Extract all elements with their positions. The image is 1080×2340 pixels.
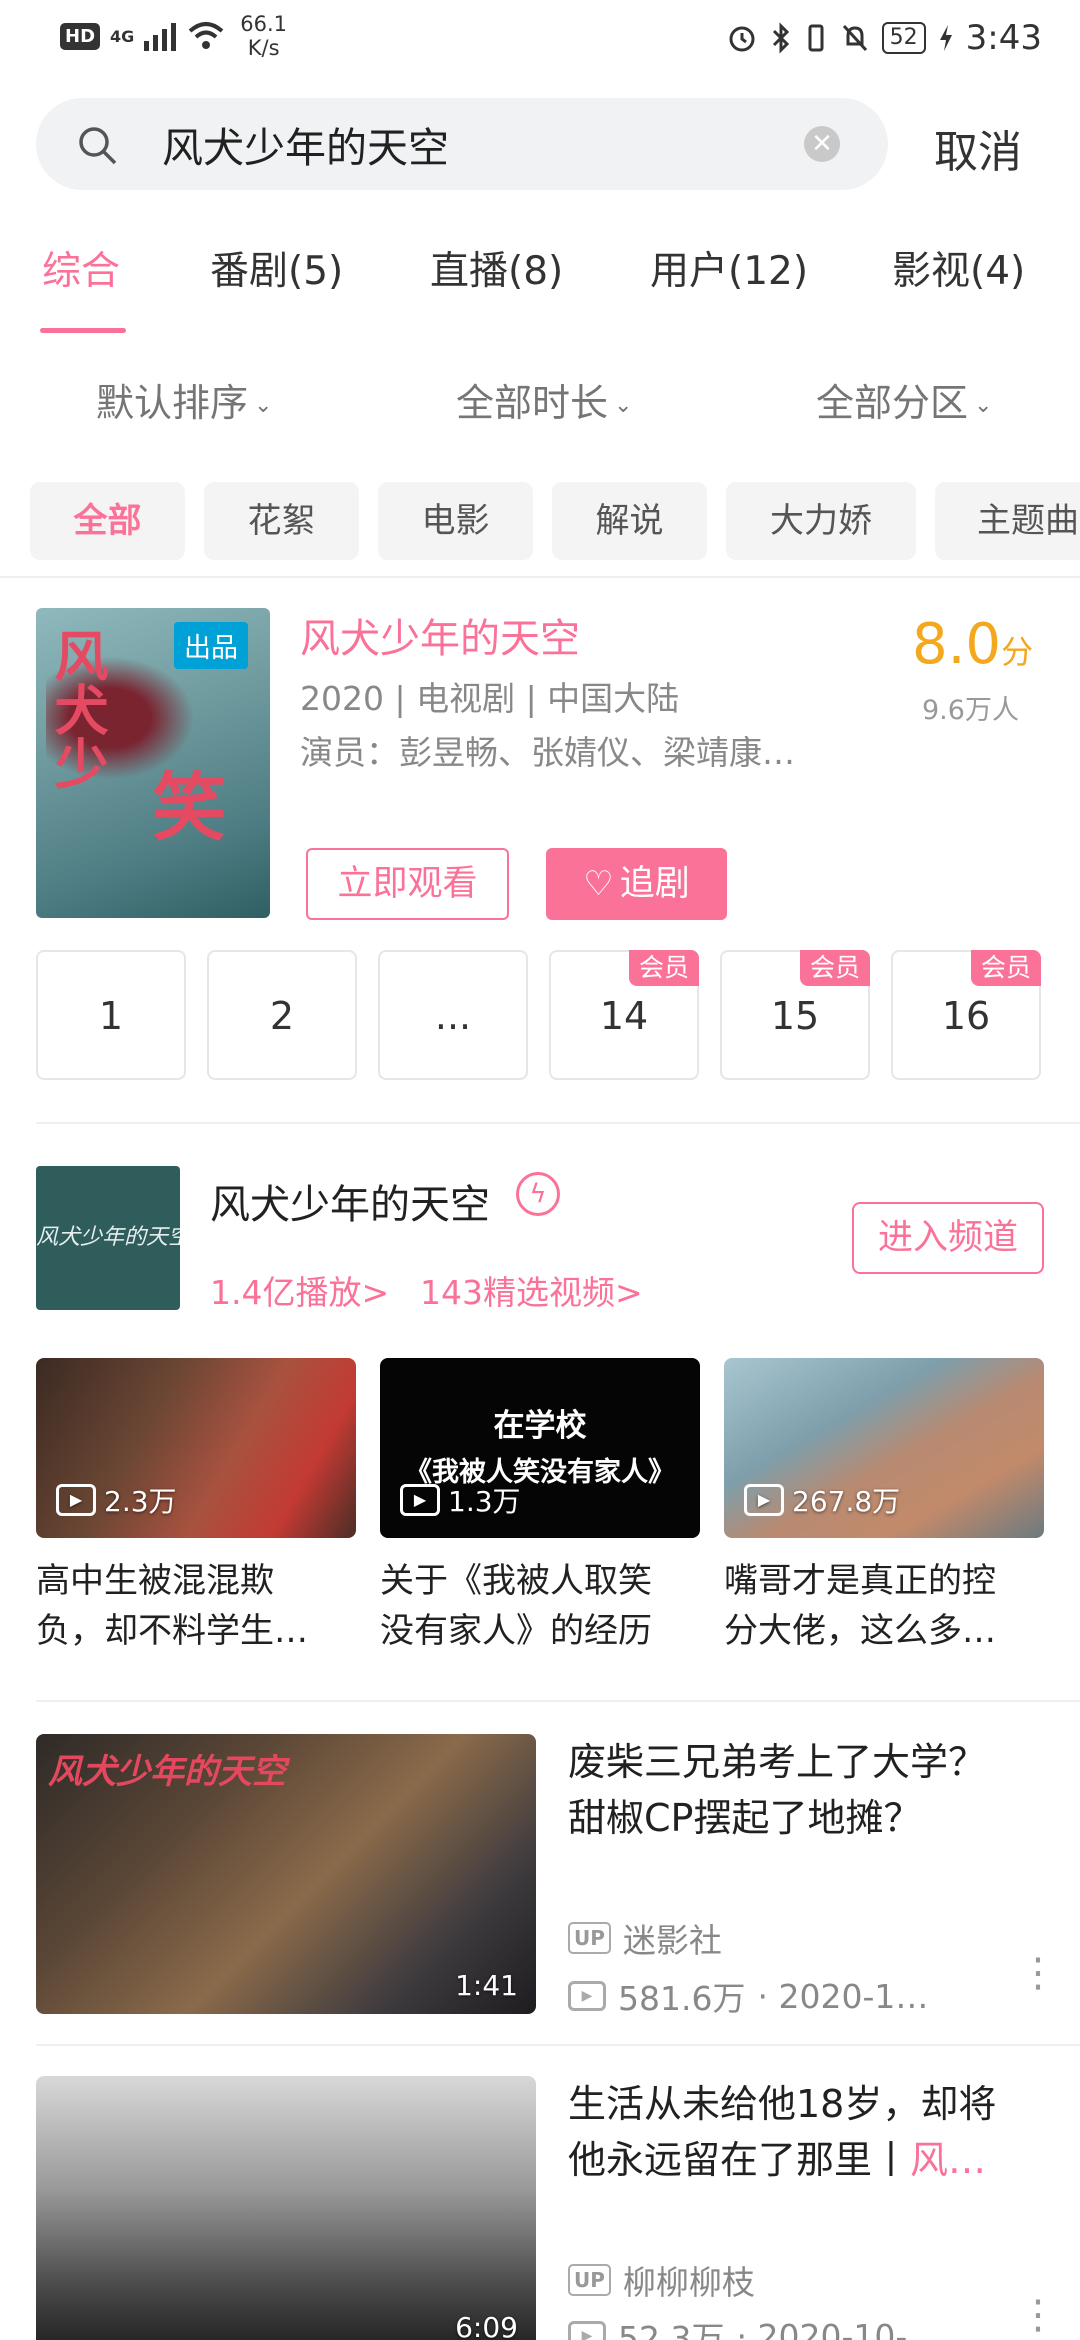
vip-badge: 会员 — [970, 950, 1041, 986]
follow-show-button[interactable]: ♡ 追剧 — [546, 848, 727, 920]
up-icon: UP — [568, 1922, 611, 1954]
sort-filter[interactable]: 默认排序 ⌄ — [96, 372, 272, 427]
chip-commentary[interactable]: 解说 — [552, 482, 707, 560]
tab-live[interactable]: 直播(8) — [430, 240, 563, 296]
video-title[interactable]: 高中生被混混欺 负，却不料学生… — [36, 1556, 356, 1656]
more-options-icon[interactable]: ⋮ — [1018, 2295, 1058, 2335]
video-title[interactable]: 生活从未给他18岁，却将 他永远留在了那里丨风… — [568, 2076, 1048, 2188]
signal-label: 4G — [110, 26, 135, 46]
chip-bts[interactable]: 花絮 — [204, 482, 359, 560]
enter-channel-button[interactable]: 进入频道 — [852, 1202, 1044, 1274]
result-tabs: 综合 番剧(5) 直播(8) 用户(12) 影视(4) — [0, 240, 1080, 335]
video-duration: 6:09 — [455, 2311, 518, 2340]
uploader[interactable]: UP 迷影社 — [568, 1914, 722, 1962]
show-actors: 演员：彭昱畅、张婧仪、梁靖康… — [300, 733, 795, 772]
search-input[interactable] — [162, 116, 802, 172]
thumbnail-caption: 风犬少年的天空 — [48, 1752, 286, 1792]
video-thumbnail[interactable]: 6:09 — [36, 2076, 536, 2340]
play-count-icon: ▶ — [568, 2321, 606, 2340]
tab-all[interactable]: 综合 — [42, 240, 120, 296]
video-thumbnail[interactable]: 风犬少年的天空 1:41 — [36, 1734, 536, 2014]
video-duration: 1:41 — [455, 1969, 518, 2002]
divider — [36, 1122, 1080, 1124]
mute-bell-icon — [842, 24, 867, 52]
clear-search-icon[interactable]: ✕ — [804, 126, 840, 162]
episode-more-button[interactable]: ... — [378, 950, 528, 1080]
poster-calligraphy-2: 笑 — [152, 765, 226, 851]
score-count: 9.6万人 — [922, 695, 1019, 726]
chevron-down-icon: ⌄ — [614, 393, 633, 418]
video-title[interactable]: 嘴哥才是真正的控 分大佬，这么多… — [724, 1556, 1044, 1656]
video-thumbnail[interactable]: ▶ 267.8万 — [724, 1358, 1044, 1538]
channel-videos[interactable]: 143精选视频> — [420, 1266, 643, 1314]
tab-movies[interactable]: 影视(4) — [892, 240, 1025, 296]
episode-button[interactable]: 1 — [36, 950, 186, 1080]
search-icon — [79, 127, 117, 165]
vibrate-icon — [808, 24, 824, 52]
video-stats: ▶ 581.6万 · 2020-1… — [568, 1972, 928, 2020]
play-count-icon: ▶ — [400, 1484, 440, 1516]
channel-avatar[interactable]: 风犬少年的天空 — [36, 1166, 180, 1310]
up-icon: UP — [568, 2264, 611, 2296]
video-thumbnail[interactable]: 在学校 《我被人笑没有家人》 ▶ 1.3万 — [380, 1358, 700, 1538]
duration-filter[interactable]: 全部时长 ⌄ — [456, 372, 632, 427]
lightning-icon: ϟ — [516, 1172, 560, 1216]
chevron-down-icon: ⌄ — [254, 393, 273, 418]
chip-film[interactable]: 电影 — [378, 482, 533, 560]
heart-icon: ♡ — [583, 864, 614, 904]
video-title[interactable]: 关于《我被人取笑 没有家人》的经历 — [380, 1556, 700, 1656]
channel-plays[interactable]: 1.4亿播放> — [210, 1266, 389, 1314]
show-score: 8.0分 — [912, 612, 1034, 677]
chip-all[interactable]: 全部 — [30, 482, 185, 560]
show-title[interactable]: 风犬少年的天空 — [300, 606, 580, 664]
search-bar[interactable]: ✕ — [36, 98, 888, 190]
net-speed: 66.1 K/s — [240, 12, 288, 60]
tab-users[interactable]: 用户(12) — [650, 240, 808, 296]
tab-indicator — [40, 328, 126, 333]
channel-name[interactable]: 风犬少年的天空 — [210, 1172, 490, 1230]
vip-badge: 会员 — [628, 950, 699, 986]
status-bar: HD 4G 66.1 K/s 52 3:43 — [0, 0, 1080, 76]
vip-badge: 会员 — [799, 950, 870, 986]
produced-badge: 出品 — [174, 622, 248, 669]
battery-indicator: 52 — [881, 22, 926, 54]
charging-icon — [939, 25, 952, 51]
bluetooth-icon — [772, 22, 789, 54]
episode-button[interactable]: 15 会员 — [720, 950, 870, 1080]
poster-calligraphy: 风犬少 — [45, 628, 109, 790]
divider — [36, 1700, 1080, 1702]
thumbnail-caption: 在学校 — [493, 1408, 587, 1444]
episode-button[interactable]: 2 — [207, 950, 357, 1080]
more-options-icon[interactable]: ⋮ — [1018, 1953, 1058, 1993]
uploader[interactable]: UP 柳柳柳枝 — [568, 2256, 755, 2304]
category-chips: 全部 花絮 电影 解说 大力娇 主题曲 — [30, 482, 1080, 562]
alarm-icon — [729, 26, 755, 52]
wifi-icon — [188, 22, 224, 49]
watch-now-button[interactable]: 立即观看 — [306, 848, 509, 920]
video-thumbnail[interactable]: ▶ 2.3万 — [36, 1358, 356, 1538]
show-meta: 2020 | 电视剧 | 中国大陆 — [300, 679, 680, 718]
chip-theme-song[interactable]: 主题曲 — [935, 482, 1080, 560]
clock: 3:43 — [965, 18, 1042, 58]
hd-badge: HD — [60, 22, 101, 50]
signal-icon — [144, 23, 177, 51]
episode-button[interactable]: 14 会员 — [549, 950, 699, 1080]
play-count-icon: ▶ — [744, 1484, 784, 1516]
show-poster[interactable]: 风犬少 笑 出品 — [36, 608, 270, 918]
tab-bangumi[interactable]: 番剧(5) — [210, 240, 343, 296]
cancel-button[interactable]: 取消 — [934, 116, 1022, 180]
video-title[interactable]: 废柴三兄弟考上了大学？ 甜椒CP摆起了地摊？ — [568, 1734, 1048, 1846]
divider — [36, 2044, 1080, 2046]
zone-filter[interactable]: 全部分区 ⌄ — [816, 372, 992, 427]
play-count-icon: ▶ — [56, 1484, 96, 1516]
play-count-icon: ▶ — [568, 1981, 606, 2011]
chip-dalijiao[interactable]: 大力娇 — [726, 482, 916, 560]
divider — [0, 576, 1080, 578]
episode-button[interactable]: 16 会员 — [891, 950, 1041, 1080]
video-stats: ▶ 52.3万 · 2020-10- — [568, 2312, 907, 2340]
chevron-down-icon: ⌄ — [974, 393, 993, 418]
